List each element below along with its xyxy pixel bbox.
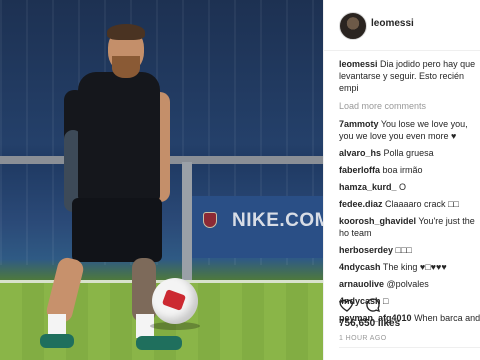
comment-username[interactable]: alvaro_hs bbox=[339, 148, 381, 158]
background-post bbox=[182, 162, 192, 282]
comment: fedee.diaz Claaaaro crack □□ bbox=[339, 198, 480, 210]
comment-username[interactable]: fedee.diaz bbox=[339, 199, 383, 209]
comment-username[interactable]: arnauolive bbox=[339, 279, 384, 289]
player-shirt bbox=[78, 72, 160, 202]
comment-text: □□□ bbox=[395, 245, 412, 255]
comment: arnauolive @polvales bbox=[339, 278, 480, 290]
author-avatar[interactable] bbox=[339, 12, 367, 40]
comment-text: When barca and b bbox=[414, 313, 480, 323]
post-actions bbox=[339, 297, 480, 313]
comment: 4ndycash The king ♥□♥♥♥ bbox=[339, 261, 480, 273]
comment-username[interactable]: herboserdey bbox=[339, 245, 393, 255]
comment: faberloffa boa irmão bbox=[339, 164, 480, 176]
post-caption: leomessi Dia jodido pero hay que levanta… bbox=[339, 58, 480, 94]
comment: hamza_kurd_ O bbox=[339, 181, 480, 193]
comment-text: boa irmão bbox=[382, 165, 423, 175]
comment-text: O bbox=[399, 182, 407, 192]
post-header: leomessi bbox=[324, 0, 480, 51]
comment-text: The king ♥□♥♥♥ bbox=[382, 262, 447, 272]
author-username[interactable]: leomessi bbox=[371, 18, 414, 29]
comment-username[interactable]: hamza_kurd_ bbox=[339, 182, 397, 192]
divider bbox=[339, 347, 480, 348]
heart-outline-icon[interactable] bbox=[339, 297, 355, 313]
likes-count[interactable]: 756,650 likes bbox=[339, 318, 400, 329]
sponsor-banner-text: NIKE.COM/FC bbox=[232, 210, 323, 231]
player-beard bbox=[112, 56, 140, 78]
comment-username[interactable]: koorosh_ghavidel bbox=[339, 216, 416, 226]
comments-list: leomessi Dia jodido pero hay que levanta… bbox=[339, 58, 480, 329]
player-shorts bbox=[72, 198, 162, 262]
comment-text: Polla gruesa bbox=[383, 148, 434, 158]
player-left-boot bbox=[40, 334, 74, 348]
comment-username[interactable]: 4ndycash bbox=[339, 262, 381, 272]
player-right-boot bbox=[136, 336, 182, 350]
comment: koorosh_ghavidel You're just the ho team bbox=[339, 215, 480, 239]
comment-text: Claaaaro crack □□ bbox=[385, 199, 459, 209]
post-photo[interactable]: NIKE.COM/FC bbox=[0, 0, 323, 360]
comment: 7ammoty You lose we love you, you we lov… bbox=[339, 118, 480, 142]
player-right-leg bbox=[132, 258, 156, 322]
player-hair bbox=[107, 24, 145, 40]
caption-username[interactable]: leomessi bbox=[339, 59, 378, 69]
comment: herboserdey □□□ bbox=[339, 244, 480, 256]
player-left-sock bbox=[48, 314, 66, 336]
comment: alvaro_hs Polla gruesa bbox=[339, 147, 480, 159]
comment-text[interactable]: @polvales bbox=[387, 279, 429, 289]
comment-username[interactable]: 7ammoty bbox=[339, 119, 379, 129]
club-crest-icon bbox=[203, 212, 217, 228]
speech-bubble-icon[interactable] bbox=[365, 297, 381, 313]
comment-username[interactable]: faberloffa bbox=[339, 165, 380, 175]
post-side-panel: leomessi leomessi Dia jodido pero hay qu… bbox=[323, 0, 480, 360]
load-more-comments-link[interactable]: Load more comments bbox=[339, 100, 480, 112]
post-timestamp[interactable]: 1 HOUR AGO bbox=[339, 335, 387, 342]
